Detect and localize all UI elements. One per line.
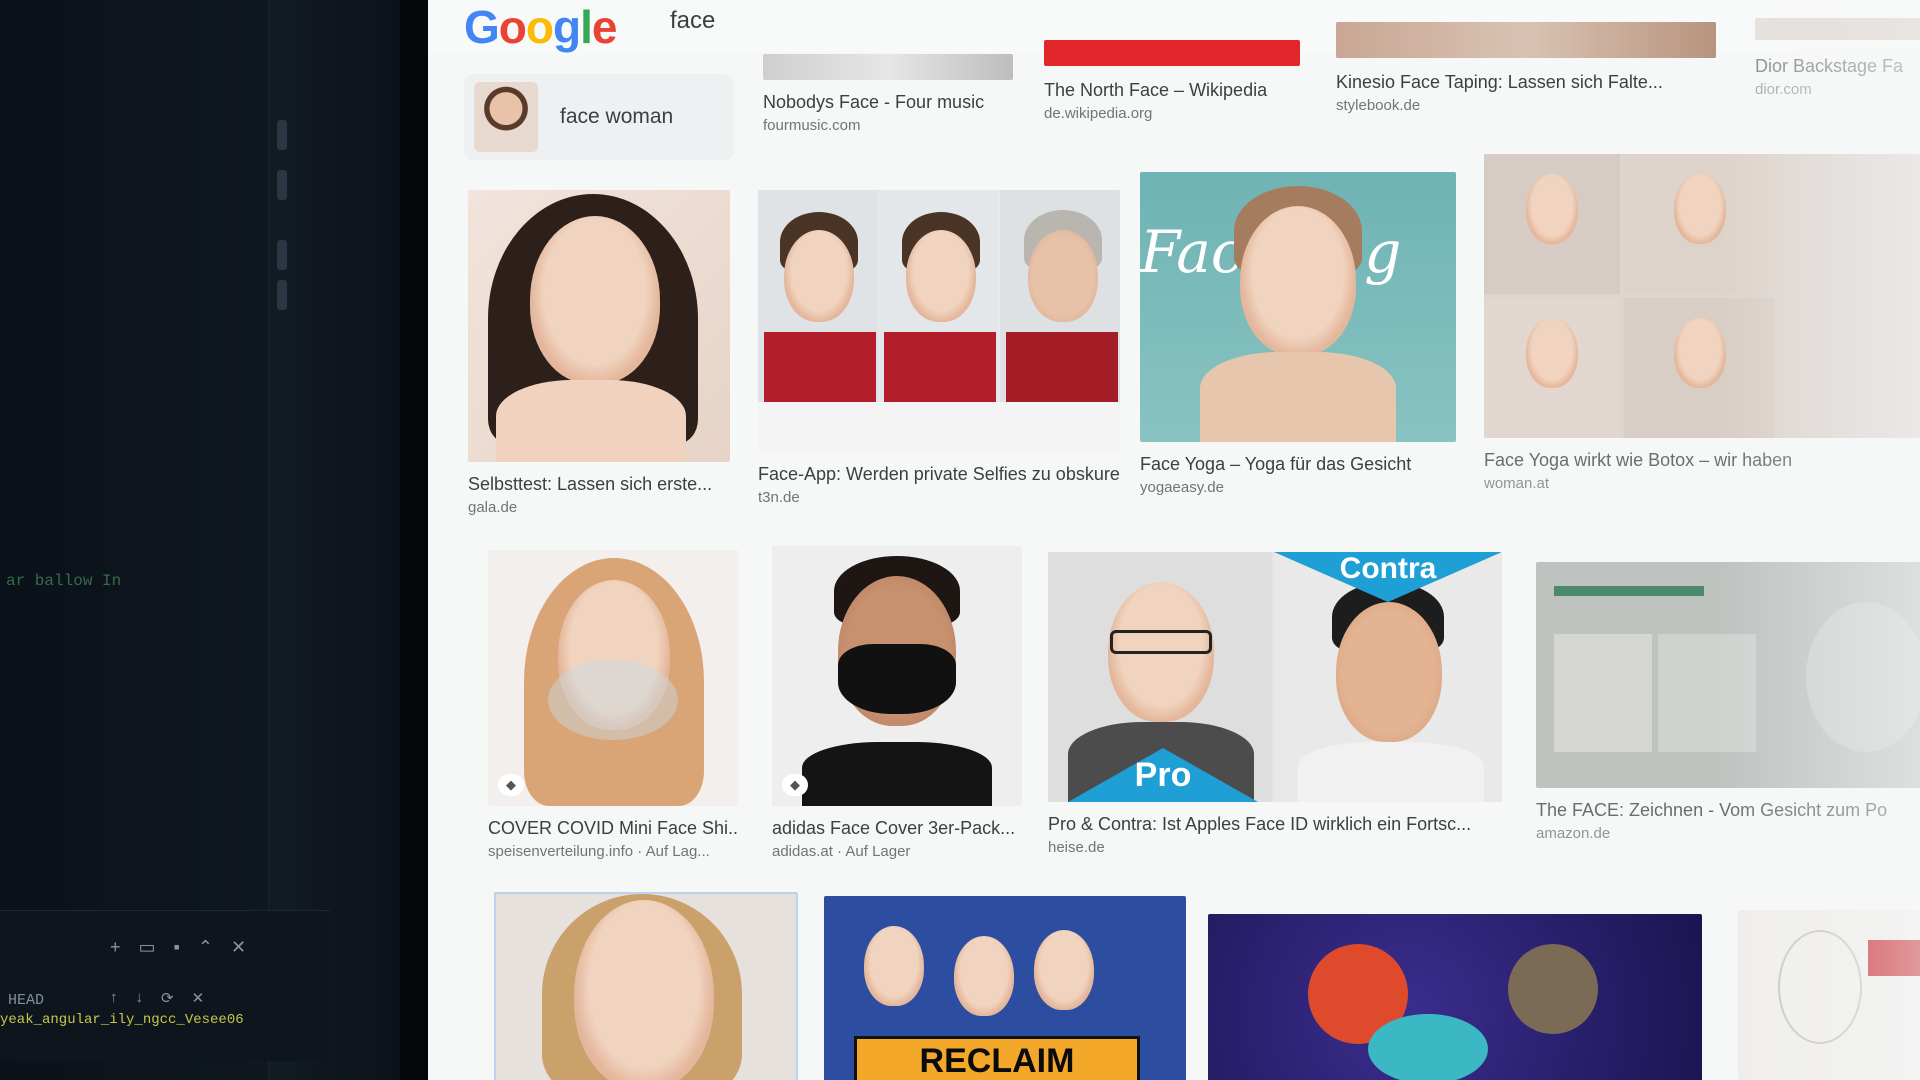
result-image[interactable] (494, 892, 798, 1080)
trash-icon[interactable]: ▪ (174, 937, 180, 958)
source-control-toolbar: + ▭ ▪ ⌃ ✕ ↑ ↓ ⟳ ✕ (0, 910, 330, 1061)
chip-thumbnail (474, 82, 538, 152)
result-image[interactable] (1738, 910, 1920, 1080)
close-icon[interactable]: ✕ (231, 937, 246, 958)
result-title[interactable]: Nobodys Face - Four music (763, 92, 1013, 113)
banner-text: RECLAIM (854, 1036, 1140, 1080)
result-title[interactable]: Kinesio Face Taping: Lassen sich Falte..… (1336, 72, 1716, 93)
close-icon[interactable]: ✕ (192, 989, 205, 1007)
google-logo[interactable]: Google (464, 0, 618, 54)
shopping-tag-icon: ◆ (498, 774, 524, 796)
shopping-tag-icon: ◆ (782, 774, 808, 796)
result-source: heise.de (1048, 839, 1105, 856)
logo-letter: G (464, 1, 500, 53)
result-title[interactable]: Dior Backstage Fa (1755, 56, 1920, 77)
result-title[interactable]: Pro & Contra: Ist Apples Face ID wirklic… (1048, 814, 1502, 835)
result-title[interactable]: Face-App: Werden private Selfies zu obsk… (758, 464, 1120, 485)
search-input[interactable] (658, 0, 1442, 42)
result-title[interactable]: Face Yoga wirkt wie Botox – wir haben (1484, 450, 1920, 471)
logo-letter: g (553, 1, 581, 53)
result-title[interactable]: adidas Face Cover 3er-Pack... (772, 818, 1022, 839)
result-source: gala.de (468, 499, 518, 516)
result-card[interactable]: The North Face – Wikipedia de.wikipedia.… (1044, 40, 1300, 122)
result-source: speisenverteilung.info · Auf Lag... (488, 843, 710, 860)
code-editor-window: ar ballow In + ▭ ▪ ⌃ ✕ ↑ ↓ ⟳ ✕ HEAD yeak… (0, 0, 430, 1080)
pull-icon[interactable]: ↑ (110, 989, 118, 1007)
result-card[interactable]: Pro Contra Pro & Contra: Ist Apples Face… (1048, 552, 1502, 856)
result-source: amazon.de (1536, 825, 1611, 842)
logo-letter: o (525, 1, 554, 53)
logo-letter: e (591, 1, 618, 53)
result-image[interactable]: Pro Contra (1048, 552, 1502, 802)
result-source: t3n.de (758, 489, 800, 506)
logo-letter: l (580, 1, 593, 53)
add-icon[interactable]: + (110, 937, 121, 958)
result-image[interactable]: ◆ (772, 546, 1022, 806)
result-card[interactable] (1208, 914, 1702, 1080)
terminal-line: yeak_angular_ily_ngcc_Vesee06 (0, 1012, 244, 1028)
result-card[interactable]: Face-App: Werden private Selfies zu obsk… (758, 190, 1120, 506)
logo-letter: o (498, 1, 527, 53)
result-source: dior.com (1755, 81, 1812, 98)
result-card[interactable]: RECLAIM (824, 896, 1186, 1080)
result-source: woman.at (1484, 475, 1550, 492)
result-image[interactable]: RECLAIM (824, 896, 1186, 1080)
result-source: de.wikipedia.org (1044, 105, 1153, 122)
result-image[interactable] (1208, 914, 1702, 1080)
result-image[interactable]: Face Yog (1140, 172, 1456, 442)
result-card[interactable]: The FACE: Zeichnen - Vom Gesicht zum Po … (1536, 562, 1920, 842)
push-icon[interactable]: ↓ (136, 989, 144, 1007)
google-images-page: Google face woman Nobodys Face - Four mu… (428, 0, 1920, 1080)
result-card[interactable] (1738, 910, 1920, 1080)
sync-icon[interactable]: ⟳ (161, 989, 174, 1007)
related-search-chip[interactable]: face woman (464, 74, 734, 160)
chevron-up-icon[interactable]: ⌃ (198, 937, 213, 958)
result-source: fourmusic.com (763, 117, 861, 134)
result-title[interactable]: Face Yoga – Yoga für das Gesicht (1140, 454, 1456, 475)
result-image[interactable] (1484, 154, 1920, 438)
result-title[interactable]: COVER COVID Mini Face Shi... (488, 818, 738, 839)
result-card[interactable]: Dior Backstage Fa dior.com (1755, 18, 1920, 98)
result-card[interactable]: Kinesio Face Taping: Lassen sich Falte..… (1336, 22, 1716, 114)
result-card[interactable]: ◆ adidas Face Cover 3er-Pack... adidas.a… (772, 546, 1022, 860)
branch-label: HEAD (8, 992, 45, 1009)
result-image[interactable]: ◆ (488, 550, 738, 806)
result-title[interactable]: The North Face – Wikipedia (1044, 80, 1300, 101)
result-card[interactable]: Selbsttest: Lassen sich erste... gala.de (468, 190, 730, 516)
result-card[interactable]: Face Yoga wirkt wie Botox – wir haben wo… (1484, 154, 1920, 492)
result-image[interactable] (758, 190, 1120, 452)
chip-label: face woman (560, 105, 674, 128)
result-card[interactable]: Nobodys Face - Four music fourmusic.com (763, 54, 1013, 134)
result-source: adidas.at · Auf Lager (772, 843, 911, 860)
result-source: yogaeasy.de (1140, 479, 1224, 496)
result-card[interactable]: ◆ COVER COVID Mini Face Shi... speisenve… (488, 550, 738, 860)
result-card[interactable]: Face Yog Face Yoga – Yoga für das Gesich… (1140, 172, 1456, 496)
result-source: stylebook.de (1336, 97, 1421, 114)
result-image[interactable] (468, 190, 730, 462)
result-title[interactable]: Selbsttest: Lassen sich erste... (468, 474, 730, 495)
result-title[interactable]: The FACE: Zeichnen - Vom Gesicht zum Po (1536, 800, 1920, 821)
result-image[interactable] (1536, 562, 1920, 788)
editor-code-line: ar ballow In (6, 572, 122, 590)
commit-icon[interactable]: ▭ (139, 937, 156, 958)
result-card[interactable] (494, 892, 798, 1080)
